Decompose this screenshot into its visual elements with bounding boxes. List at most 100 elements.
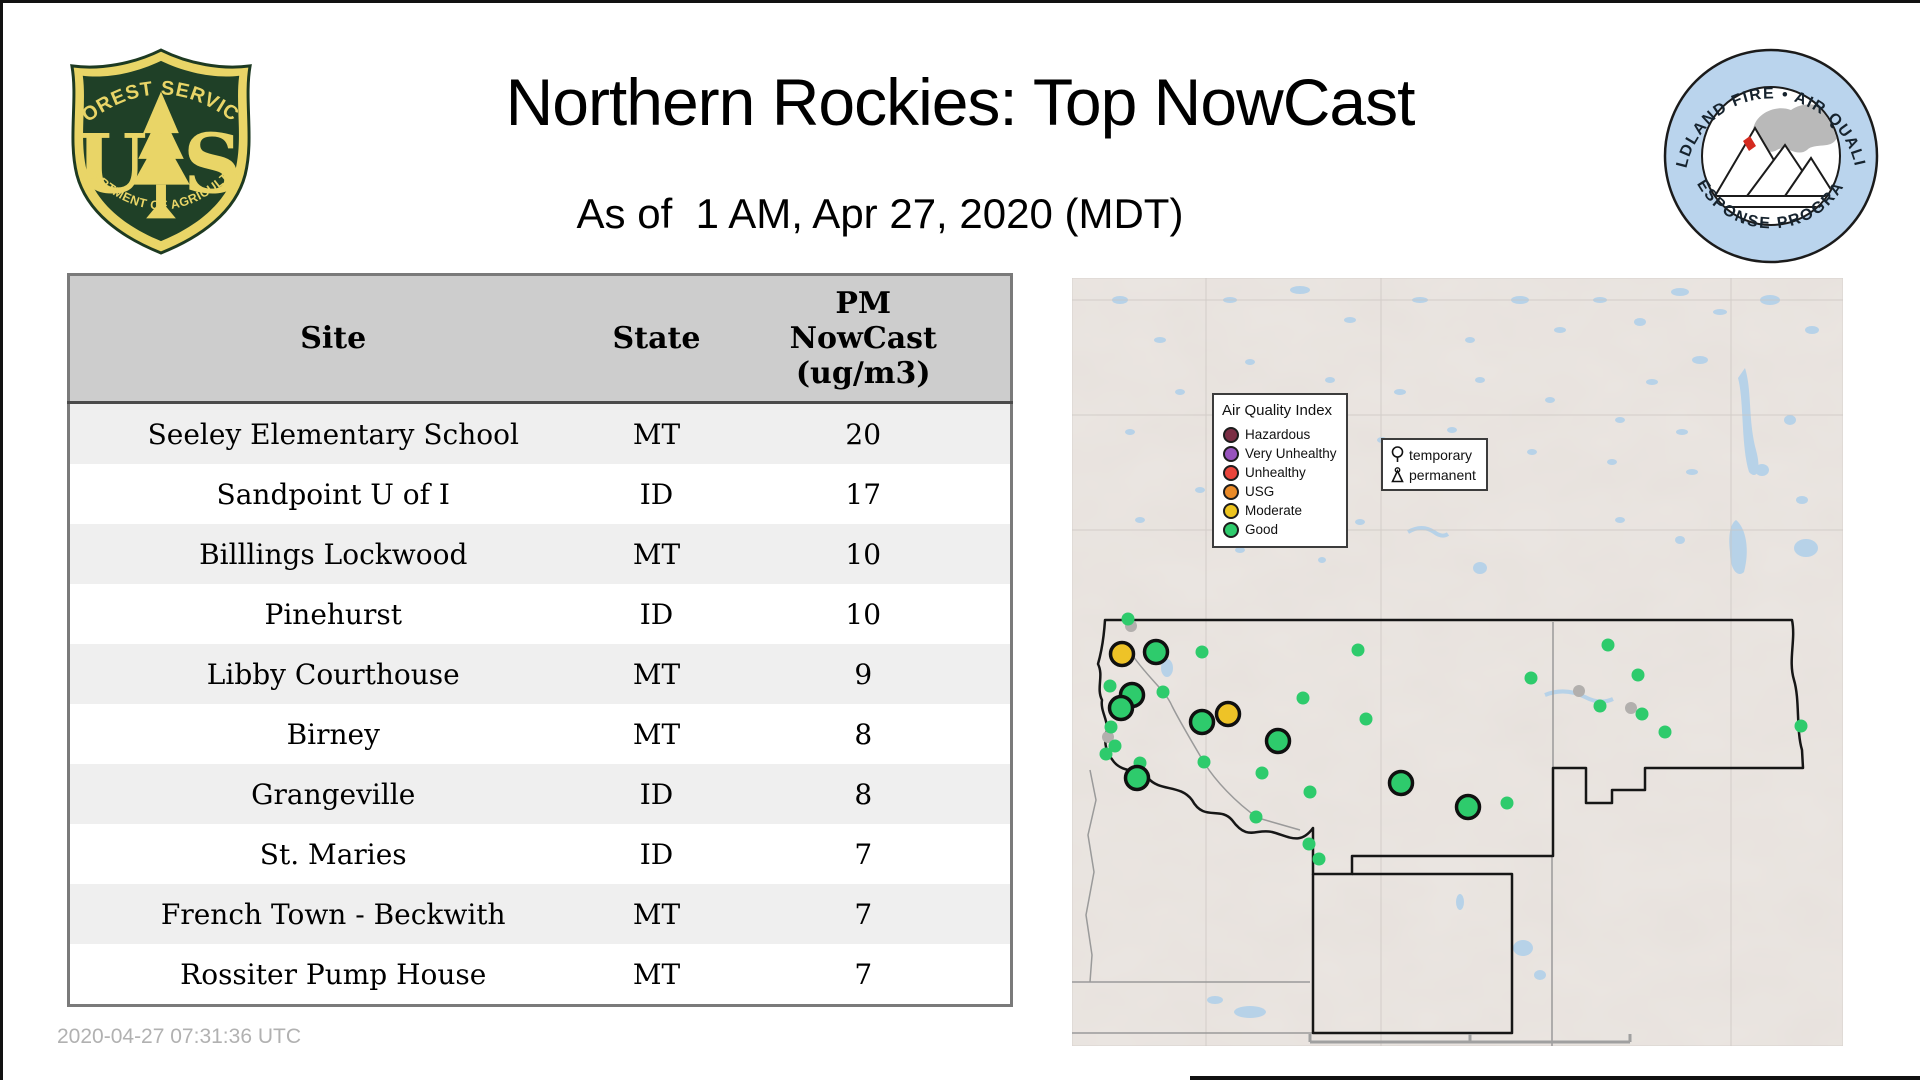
aqi-legend-item: Unhealthy xyxy=(1223,463,1346,482)
site-cell: Rossiter Pump House xyxy=(69,944,597,1006)
aqi-label: Hazardous xyxy=(1245,427,1310,442)
monitor-dot-permanent-good xyxy=(1594,700,1607,713)
site-cell: Grangeville xyxy=(69,764,597,824)
aqi-label: Moderate xyxy=(1245,503,1302,518)
site-cell: Seeley Elementary School xyxy=(69,403,597,465)
monitor-dot-permanent-good xyxy=(1297,692,1310,705)
aqi-swatch-icon xyxy=(1223,446,1239,462)
monitor-dot-permanent-good xyxy=(1795,720,1808,733)
aqi-label: Good xyxy=(1245,522,1278,537)
aqi-swatch-icon xyxy=(1223,522,1239,538)
site-cell: Billlings Lockwood xyxy=(69,524,597,584)
state-cell: MT xyxy=(597,884,717,944)
site-cell: Birney xyxy=(69,704,597,764)
monitor-dot-permanent-good xyxy=(1632,669,1645,682)
value-cell: 7 xyxy=(717,884,1012,944)
state-cell: MT xyxy=(597,644,717,704)
window-edge-bottom xyxy=(1190,1076,1920,1080)
state-cell: ID xyxy=(597,584,717,644)
marker-type-legend: temporary permanent xyxy=(1381,438,1488,491)
col-header-pm: PM NowCast (ug/m3) xyxy=(717,275,1012,403)
state-cell: ID xyxy=(597,824,717,884)
table-row: GrangevilleID8 xyxy=(69,764,1012,824)
monitor-dot-permanent-good xyxy=(1360,713,1373,726)
window-edge-left xyxy=(0,25,3,1080)
monitor-dot-temporary-moderate xyxy=(1217,703,1240,726)
terrain-texture xyxy=(1072,278,1843,1046)
permanent-label: permanent xyxy=(1409,467,1476,483)
monitor-dot-temporary-good xyxy=(1126,767,1149,790)
table-row: Sandpoint U of IID17 xyxy=(69,464,1012,524)
monitor-dot-permanent-good xyxy=(1196,646,1209,659)
monitor-dot-temporary-good xyxy=(1457,796,1480,819)
monitor-dot-temporary-good xyxy=(1191,711,1214,734)
monitor-dot-permanent-good xyxy=(1501,797,1514,810)
monitor-dot-inactive xyxy=(1625,702,1637,714)
permanent-monitor-icon xyxy=(1391,467,1404,483)
value-cell: 10 xyxy=(717,584,1012,644)
monitor-dot-permanent-good xyxy=(1659,726,1672,739)
aqi-legend-item: Moderate xyxy=(1223,501,1346,520)
nowcast-table: Site State PM NowCast (ug/m3) Seeley Ele… xyxy=(67,273,1013,1007)
site-cell: St. Maries xyxy=(69,824,597,884)
value-cell: 8 xyxy=(717,764,1012,824)
site-cell: Sandpoint U of I xyxy=(69,464,597,524)
value-cell: 7 xyxy=(717,944,1012,1006)
monitor-dot-permanent-good xyxy=(1602,639,1615,652)
aqi-legend-item: Hazardous xyxy=(1223,425,1346,444)
aqi-label: Unhealthy xyxy=(1245,465,1306,480)
table-row: BirneyMT8 xyxy=(69,704,1012,764)
value-cell: 9 xyxy=(717,644,1012,704)
aqi-swatch-icon xyxy=(1223,427,1239,443)
state-cell: MT xyxy=(597,944,717,1006)
site-cell: Libby Courthouse xyxy=(69,644,597,704)
aqi-swatch-icon xyxy=(1223,465,1239,481)
state-cell: ID xyxy=(597,464,717,524)
monitor-dot-temporary-good xyxy=(1145,641,1168,664)
table-row: Libby CourthouseMT9 xyxy=(69,644,1012,704)
monitor-dot-permanent-good xyxy=(1303,838,1316,851)
monitor-dot-permanent-good xyxy=(1198,756,1211,769)
table-row: Seeley Elementary SchoolMT20 xyxy=(69,403,1012,465)
table-row: Billlings LockwoodMT10 xyxy=(69,524,1012,584)
monitor-dot-permanent-good xyxy=(1157,686,1170,699)
generated-timestamp: 2020-04-27 07:31:36 UTC xyxy=(57,1025,301,1049)
monitor-dot-permanent-good xyxy=(1313,853,1326,866)
table-row: PinehurstID10 xyxy=(69,584,1012,644)
monitor-dot-inactive xyxy=(1573,685,1585,697)
monitor-map xyxy=(1072,278,1843,1046)
aqi-label: Very Unhealthy xyxy=(1245,446,1337,461)
aqi-label: USG xyxy=(1245,484,1274,499)
window-edge-corner xyxy=(0,0,3,25)
value-cell: 20 xyxy=(717,403,1012,465)
col-header-state: State xyxy=(597,275,717,403)
monitor-dot-permanent-good xyxy=(1104,680,1117,693)
monitor-dot-temporary-good xyxy=(1110,697,1133,720)
monitor-dot-permanent-good xyxy=(1250,811,1263,824)
monitor-dot-permanent-good xyxy=(1105,721,1118,734)
aqi-legend-item: Good xyxy=(1223,520,1346,539)
state-cell: MT xyxy=(597,403,717,465)
page-title: Northern Rockies: Top NowCast xyxy=(5,64,1915,140)
value-cell: 7 xyxy=(717,824,1012,884)
site-cell: French Town - Beckwith xyxy=(69,884,597,944)
monitor-dot-temporary-moderate xyxy=(1111,643,1134,666)
state-cell: MT xyxy=(597,524,717,584)
monitor-dot-permanent-good xyxy=(1100,748,1113,761)
table-header-row: Site State PM NowCast (ug/m3) xyxy=(69,275,1012,403)
table-row: French Town - BeckwithMT7 xyxy=(69,884,1012,944)
monitor-dot-temporary-good xyxy=(1390,772,1413,795)
legend-row-permanent: permanent xyxy=(1391,465,1486,485)
temporary-monitor-icon xyxy=(1391,446,1404,464)
monitor-dot-temporary-good xyxy=(1267,730,1290,753)
monitor-dot-permanent-good xyxy=(1352,644,1365,657)
monitor-dot-permanent-good xyxy=(1304,786,1317,799)
value-cell: 17 xyxy=(717,464,1012,524)
aqi-legend-item: USG xyxy=(1223,482,1346,501)
value-cell: 10 xyxy=(717,524,1012,584)
aqi-legend-title: Air Quality Index xyxy=(1222,402,1346,419)
monitor-dot-permanent-good xyxy=(1122,613,1135,626)
state-cell: ID xyxy=(597,764,717,824)
table-row: Rossiter Pump HouseMT7 xyxy=(69,944,1012,1006)
wfaqrp-logo: WILDLAND FIRE • AIR QUALITY RESPONSE PRO… xyxy=(1659,44,1883,268)
